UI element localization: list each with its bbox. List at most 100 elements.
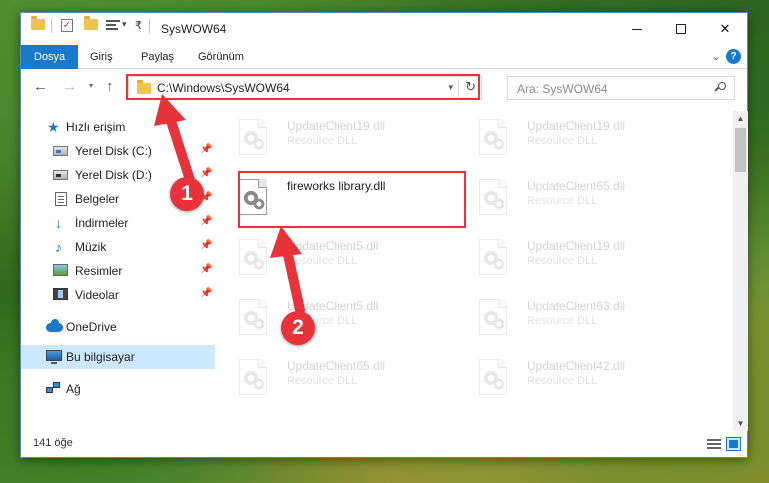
file-type: Resource DLL [287, 255, 358, 267]
close-button[interactable]: ✕ [703, 13, 747, 45]
computer-icon [46, 350, 62, 364]
new-folder-icon[interactable] [84, 16, 98, 30]
address-bar-highlight [126, 74, 480, 100]
tab-file[interactable]: Dosya [21, 45, 79, 69]
pin-icon[interactable]: 📌 [200, 168, 212, 179]
status-bar: 141 öğe [21, 433, 747, 457]
music-icon: ♪ [55, 239, 62, 255]
file-type: Resource DLL [527, 255, 598, 267]
window-title: SysWOW64 [161, 22, 227, 36]
sidebar-item-label: Hızlı erişim [66, 120, 126, 134]
expand-ribbon-chevron-icon[interactable]: ⌄ [712, 50, 721, 63]
scroll-thumb[interactable] [735, 128, 746, 172]
file-tile[interactable]: UpdateClient63.dll Resource DLL [457, 291, 687, 343]
pin-icon[interactable]: 📌 [200, 264, 212, 275]
drive-icon [53, 146, 68, 156]
search-icon[interactable] [714, 82, 726, 93]
help-icon[interactable]: ? [726, 49, 741, 64]
pin-icon[interactable]: 📌 [200, 144, 212, 155]
properties-check-icon[interactable]: ✓ [61, 19, 73, 32]
up-button[interactable]: ↑ [106, 78, 114, 95]
customize-toolbar-icon[interactable] [106, 19, 120, 31]
search-input[interactable]: Ara: SysWOW64 [507, 76, 735, 100]
minimize-button[interactable] [615, 13, 659, 45]
dll-file-icon [479, 299, 509, 335]
scroll-up-arrow-icon[interactable]: ▲ [733, 111, 748, 126]
details-view-icon[interactable] [707, 438, 721, 450]
sidebar-item-this-pc[interactable]: Bu bilgisayar [21, 345, 215, 369]
sidebar-item-label: OneDrive [66, 320, 117, 334]
file-type: Resource DLL [287, 135, 358, 147]
sidebar-item-label: İndirmeler [75, 216, 129, 230]
file-name: UpdateClient65.dll [527, 179, 626, 193]
file-highlight [238, 171, 466, 228]
sidebar-item-network[interactable]: Ağ [21, 377, 215, 401]
sidebar-item-music[interactable]: ♪ Müzik 📌 [21, 235, 215, 259]
file-name: UpdateClient5.dll [287, 239, 379, 253]
quick-access-folder-icon[interactable] [31, 16, 45, 30]
sidebar-item-videos[interactable]: Videolar 📌 [21, 283, 215, 307]
file-name: UpdateClient19.dll [527, 239, 626, 253]
file-tile[interactable]: UpdateClient65.dll Resource DLL [457, 171, 687, 223]
search-placeholder: Ara: SysWOW64 [517, 82, 608, 96]
tab-view[interactable]: Görünüm [185, 45, 257, 69]
maximize-button[interactable] [659, 13, 703, 45]
close-icon: ✕ [719, 21, 731, 36]
pin-icon[interactable]: 📌 [200, 288, 212, 299]
sidebar-item-pictures[interactable]: Resimler 📌 [21, 259, 215, 283]
file-tile[interactable]: UpdateClient19.dll Resource DLL [457, 111, 687, 163]
file-type: Resource DLL [527, 135, 598, 147]
sidebar-item-downloads[interactable]: ↓ İndirmeler 📌 [21, 211, 215, 235]
sidebar-item-quick-access[interactable]: ★ Hızlı erişim [21, 115, 215, 139]
vertical-scrollbar[interactable]: ▲ ▼ [733, 111, 748, 431]
sidebar-item-label: Belgeler [75, 192, 120, 206]
sidebar-item-label: Müzik [75, 240, 107, 254]
recent-locations-chevron-icon[interactable]: ▾ [89, 81, 93, 90]
dll-file-icon [239, 359, 269, 395]
dll-file-icon [479, 179, 509, 215]
pin-icon[interactable]: 📌 [200, 216, 212, 227]
file-type: Resource DLL [527, 195, 598, 207]
sidebar-item-label: Videolar [75, 288, 119, 302]
tab-home[interactable]: Giriş [77, 45, 126, 69]
toolbar-dropdown-icon[interactable]: ▾ [122, 19, 127, 30]
large-icons-view-icon[interactable] [726, 437, 741, 451]
dll-file-icon [239, 119, 269, 155]
sidebar-item-label: Resimler [75, 264, 123, 278]
file-tile[interactable]: UpdateClient5.dll Resource DLL [217, 291, 447, 343]
back-button[interactable]: ← [33, 78, 48, 95]
dll-file-icon [239, 299, 269, 335]
pictures-icon [53, 264, 68, 276]
videos-icon [53, 288, 68, 300]
drive-icon [53, 170, 68, 180]
pin-icon[interactable]: 📌 [200, 240, 212, 251]
file-name: UpdateClient63.dll [527, 299, 626, 313]
step-1-badge: 1 [170, 177, 204, 211]
file-tile[interactable]: UpdateClient19.dll Resource DLL [457, 231, 687, 283]
sidebar-item-onedrive[interactable]: OneDrive [21, 315, 215, 339]
dll-file-icon [239, 239, 269, 275]
file-tile[interactable]: UpdateClient5.dll Resource DLL [217, 231, 447, 283]
file-type: Resource DLL [527, 375, 598, 387]
file-type: Resource DLL [527, 315, 598, 327]
star-icon: ★ [47, 119, 60, 135]
step-2-badge: 2 [281, 311, 315, 345]
tab-share[interactable]: Paylaş [128, 45, 187, 69]
dll-file-icon [479, 239, 509, 275]
network-icon [46, 382, 61, 394]
file-name: UpdateClient42.dll [527, 359, 626, 373]
scroll-down-arrow-icon[interactable]: ▼ [733, 416, 748, 431]
toolbar-pin-icon[interactable]: ₹ [135, 19, 142, 32]
file-tile[interactable]: UpdateClient42.dll Resource DLL [457, 351, 687, 403]
file-tile[interactable]: UpdateClient65.dll Resource DLL [217, 351, 447, 403]
file-name: UpdateClient19.dll [527, 119, 626, 133]
file-tile[interactable]: UpdateClient19.dll Resource DLL [217, 111, 447, 163]
file-type: Resource DLL [287, 375, 358, 387]
file-list: UpdateClient19.dll Resource DLL firework… [217, 111, 733, 431]
dll-file-icon [479, 359, 509, 395]
documents-icon [55, 192, 67, 206]
navigation-pane: ★ Hızlı erişim Yerel Disk (C:) 📌 Yerel D… [21, 111, 215, 411]
sidebar-item-local-disk-c[interactable]: Yerel Disk (C:) 📌 [21, 139, 215, 163]
forward-button[interactable]: → [62, 78, 77, 95]
sidebar-item-label: Ağ [66, 382, 81, 396]
